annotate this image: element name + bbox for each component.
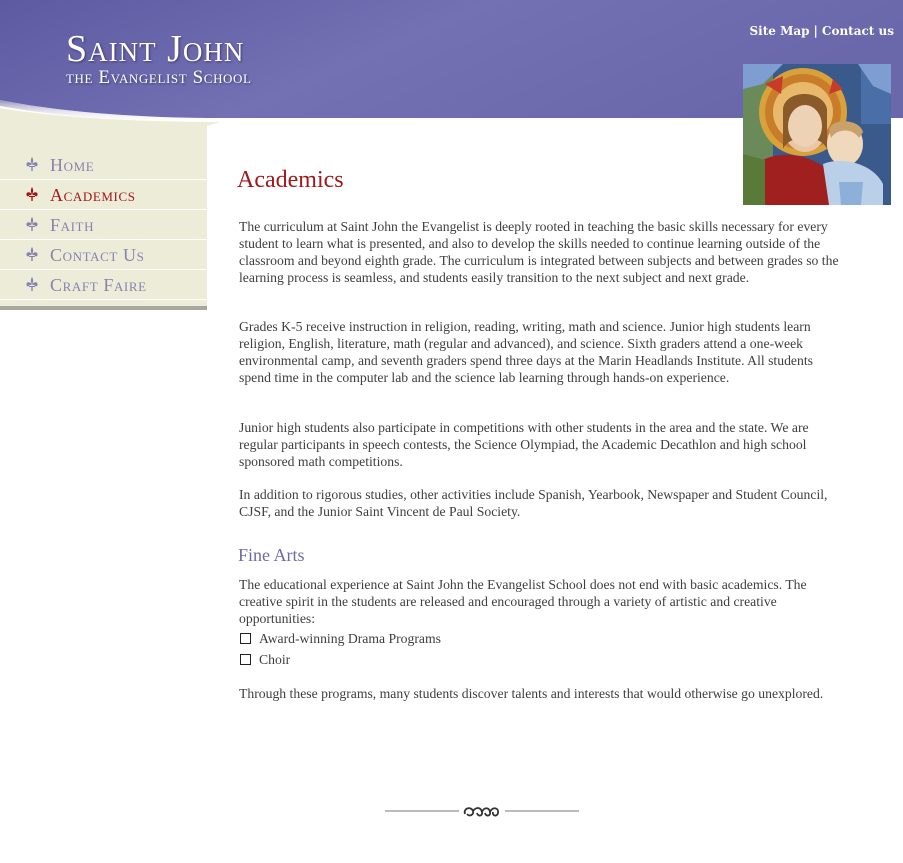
square-box-icon <box>240 654 251 665</box>
utility-links: Site Map | Contact us <box>749 24 894 38</box>
sidebar-item-contact-us[interactable]: Contact Us <box>0 240 207 270</box>
sidebar-item-label: Craft Faire <box>50 275 147 295</box>
body-paragraph: Junior high students also participate in… <box>239 420 809 469</box>
sidebar-item-label: Academics <box>50 185 136 205</box>
body-paragraph: The curriculum at Saint John the Evangel… <box>239 219 839 285</box>
sidebar-item-label: Faith <box>50 215 95 235</box>
sidebar-item-label: Home <box>50 155 95 175</box>
logo-subtitle[interactable]: the Evangelist School <box>66 68 252 88</box>
sidebar-item-faith[interactable]: Faith <box>0 210 207 240</box>
fleur-de-lis-icon <box>26 247 38 261</box>
section-outro: Through these programs, many students di… <box>239 686 824 701</box>
fleur-de-lis-icon <box>26 217 38 231</box>
section-heading: Fine Arts <box>238 545 305 565</box>
sidebar-item-craft-faire[interactable]: Craft Faire <box>0 270 207 300</box>
link-separator: | <box>813 24 818 38</box>
sidebar-nav: Home Academics Faith Contact Us Craft Fa… <box>0 126 207 306</box>
square-box-icon <box>240 633 251 644</box>
body-paragraph: Grades K-5 receive instruction in religi… <box>239 319 813 385</box>
fleur-de-lis-icon <box>26 187 38 201</box>
list-item-text: Award-winning Drama Programs <box>259 631 441 646</box>
sidebar-item-academics[interactable]: Academics <box>0 180 207 210</box>
sidebar-item-home[interactable]: Home <box>0 150 207 180</box>
ornament-divider-icon <box>385 807 579 817</box>
fleur-de-lis-icon <box>26 277 38 291</box>
contact-us-link[interactable]: Contact us <box>822 24 894 38</box>
stained-glass-image <box>743 64 891 205</box>
site-map-link[interactable]: Site Map <box>749 24 809 38</box>
body-paragraph: In addition to rigorous studies, other a… <box>239 487 828 519</box>
sidebar-bottom-border <box>0 306 207 310</box>
list-item-text: Choir <box>259 652 291 667</box>
section-intro: The educational experience at Saint John… <box>239 577 807 626</box>
fleur-de-lis-icon <box>26 157 38 171</box>
page-title: Academics <box>237 167 344 193</box>
sidebar-item-label: Contact Us <box>50 245 145 265</box>
logo-title[interactable]: Saint John <box>66 30 244 68</box>
